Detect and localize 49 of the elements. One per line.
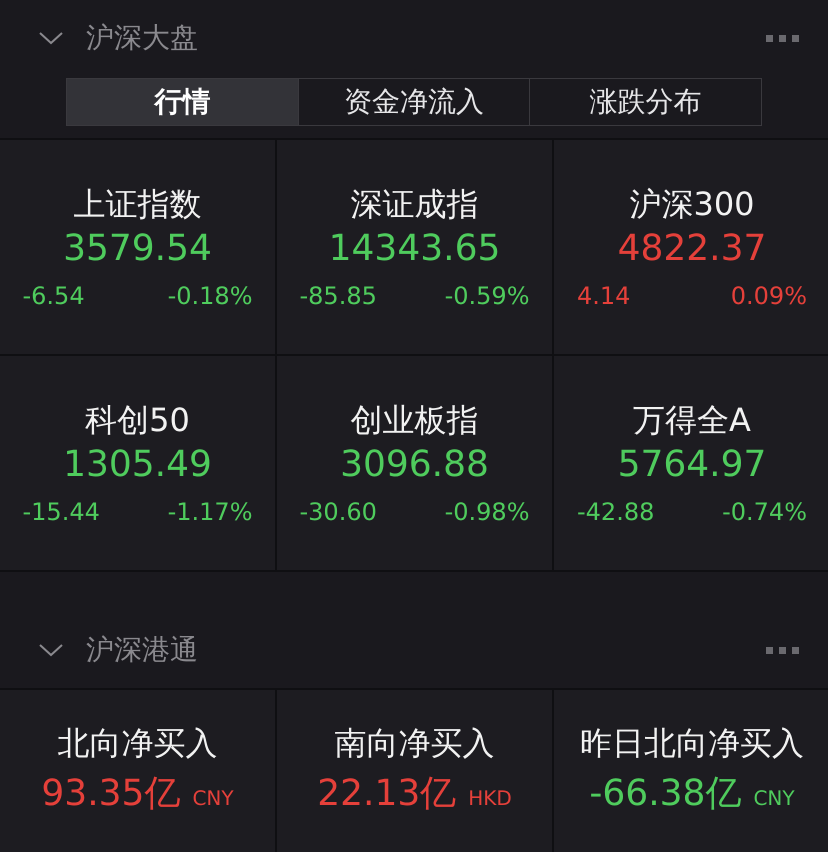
change-value: -6.54 <box>22 282 85 310</box>
change-value: -15.44 <box>22 498 100 526</box>
index-value: 3096.88 <box>340 443 489 487</box>
net-buy-value: 93.35亿 <box>41 772 180 816</box>
index-card[interactable]: 科创50 1305.49 -15.44 -1.17% <box>0 356 275 570</box>
chevron-icon[interactable] <box>38 30 64 46</box>
index-card[interactable]: 深证成指 14343.65 -85.85 -0.59% <box>277 140 552 354</box>
index-card[interactable]: 沪深300 4822.37 4.14 0.09% <box>554 140 828 354</box>
index-card[interactable]: 南向净买入 22.13亿 HKD <box>277 690 552 852</box>
index-name: 沪深300 <box>629 184 755 224</box>
change-value: -85.85 <box>300 282 377 310</box>
index-name: 昨日北向净买入 <box>580 723 804 763</box>
section-title: 沪深港通 <box>86 632 199 668</box>
currency-label: HKD <box>468 786 512 810</box>
tab[interactable]: 行情 <box>67 79 298 125</box>
index-name: 上证指数 <box>74 184 202 224</box>
index-value: 14343.65 <box>328 227 500 271</box>
index-name: 南向净买入 <box>334 723 494 763</box>
change-percent: -0.74% <box>722 498 807 526</box>
index-name: 创业板指 <box>350 400 478 440</box>
index-card[interactable]: 昨日北向净买入 -66.38亿 CNY <box>554 690 828 852</box>
change-percent: -0.18% <box>168 282 252 310</box>
change-value: -30.60 <box>300 498 377 526</box>
net-buy-value: -66.38亿 <box>589 772 742 816</box>
change-value: 4.14 <box>577 282 630 310</box>
change-percent: -0.98% <box>444 498 530 526</box>
more-icon[interactable] <box>766 33 800 43</box>
currency-label: CNY <box>753 786 795 810</box>
change-percent: 0.09% <box>730 282 807 310</box>
net-buy-value: 22.13亿 <box>317 772 456 816</box>
index-name: 深证成指 <box>350 184 478 224</box>
section-title: 沪深大盘 <box>86 20 199 56</box>
change-percent: -1.17% <box>168 498 252 526</box>
index-name: 科创50 <box>85 400 190 440</box>
change-value: -42.88 <box>577 498 654 526</box>
change-percent: -0.59% <box>444 282 530 310</box>
index-name: 万得全A <box>633 400 751 440</box>
chevron-icon[interactable] <box>38 642 64 658</box>
index-card[interactable]: 万得全A 5764.97 -42.88 -0.74% <box>554 356 828 570</box>
index-card[interactable]: 创业板指 3096.88 -30.60 -0.98% <box>277 356 552 570</box>
index-value: 3579.54 <box>63 227 212 271</box>
index-card[interactable]: 北向净买入 93.35亿 CNY <box>0 690 275 852</box>
index-value: 4822.37 <box>618 227 766 271</box>
index-card[interactable]: 上证指数 3579.54 -6.54 -0.18% <box>0 140 275 354</box>
index-value: 5764.97 <box>618 443 766 487</box>
index-name: 北向净买入 <box>58 723 218 763</box>
currency-label: CNY <box>192 786 234 810</box>
more-icon[interactable] <box>766 645 800 655</box>
index-value: 1305.49 <box>63 443 212 487</box>
